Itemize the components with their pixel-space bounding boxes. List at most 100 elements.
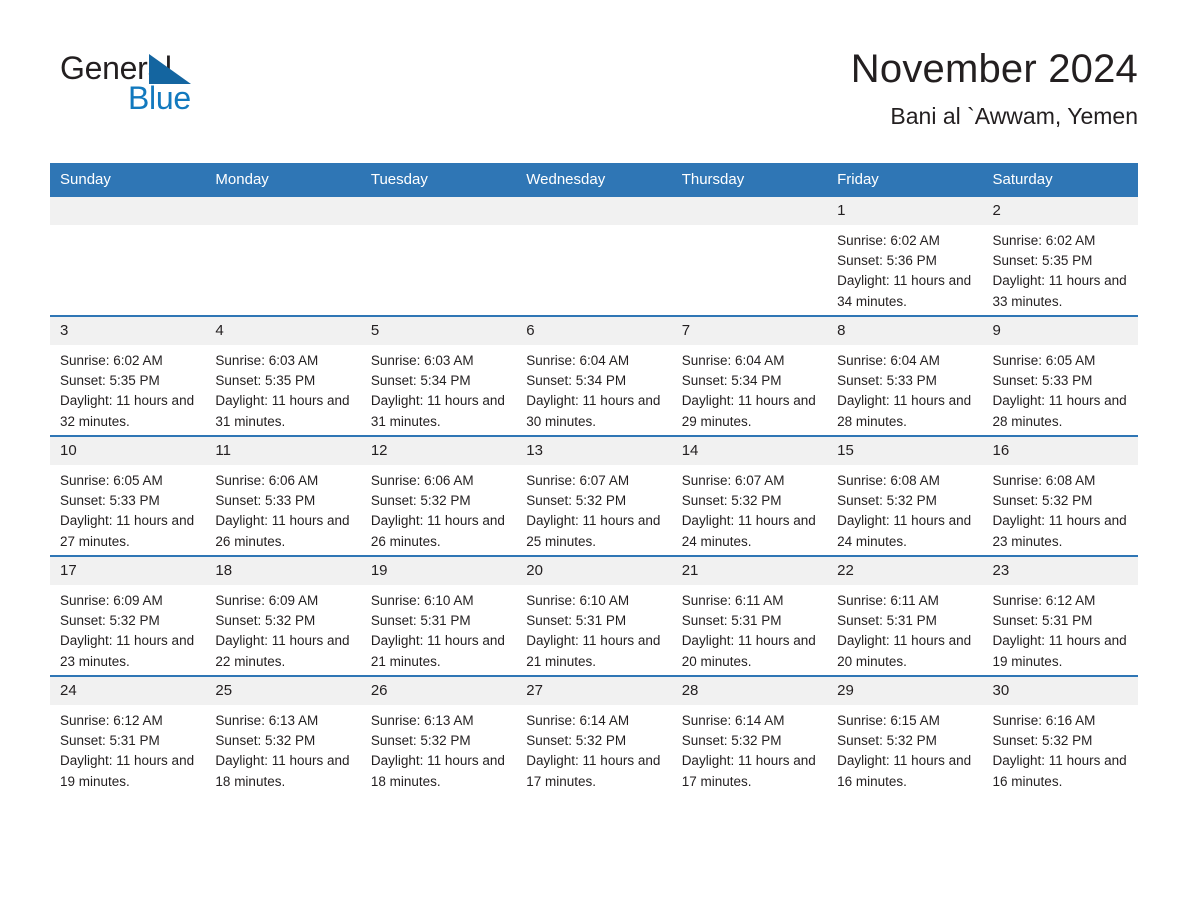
day-number: 5 xyxy=(360,317,517,345)
calendar-day-cell[interactable]: 25 Sunrise: 6:13 AM Sunset: 5:32 PM Dayligh… xyxy=(205,675,361,795)
calendar-day-cell[interactable]: 27 Sunrise: 6:14 AM Sunset: 5:32 PM Dayligh… xyxy=(516,675,672,795)
sunset-text: Sunset: 5:31 PM xyxy=(992,613,1093,629)
day-details: Sunrise: 6:03 AM Sunset: 5:35 PM Daylight:… xyxy=(205,345,360,432)
day-details: Sunrise: 6:12 AM Sunset: 5:31 PM Daylight:… xyxy=(983,585,1138,672)
generalblue-logo: General Blue xyxy=(50,46,210,122)
sunset-text: Sunset: 5:33 PM xyxy=(60,493,160,509)
sunset-text: Sunset: 5:33 PM xyxy=(215,493,316,509)
sunset-text: Sunset: 5:33 PM xyxy=(992,373,1093,389)
sunset-text: Sunset: 5:33 PM xyxy=(837,373,937,389)
calendar-day-cell[interactable]: 4 Sunrise: 6:03 AM Sunset: 5:35 PM Daylight… xyxy=(205,315,361,436)
calendar-day-cell[interactable]: 12 Sunrise: 6:06 AM Sunset: 5:32 PM Dayligh… xyxy=(360,435,517,556)
calendar-day-cell[interactable]: 16 Sunrise: 6:08 AM Sunset: 5:32 PM Dayligh… xyxy=(982,435,1138,556)
weekday-header-wednesday: Wednesday xyxy=(516,163,672,197)
day-details: Sunrise: 6:13 AM Sunset: 5:32 PM Daylight:… xyxy=(361,705,516,792)
calendar-day-cell[interactable]: 13 Sunrise: 6:07 AM Sunset: 5:32 PM Dayligh… xyxy=(516,435,672,556)
calendar-day-cell[interactable]: 22 Sunrise: 6:11 AM Sunset: 5:31 PM Dayligh… xyxy=(827,555,983,676)
calendar-day-cell[interactable]: 9 Sunrise: 6:05 AM Sunset: 5:33 PM Daylight… xyxy=(982,315,1138,436)
calendar-day-cell[interactable]: 11 Sunrise: 6:06 AM Sunset: 5:33 PM Dayligh… xyxy=(205,435,361,556)
sunset-text: Sunset: 5:31 PM xyxy=(526,613,627,629)
daylight-text: Daylight: 11 hours and 16 minutes. xyxy=(992,753,1127,789)
day-details: Sunrise: 6:07 AM Sunset: 5:32 PM Daylight:… xyxy=(672,465,827,552)
calendar-body: 1 Sunrise: 6:02 AM Sunset: 5:36 PM Daylight… xyxy=(50,197,1138,795)
sunrise-text: Sunrise: 6:02 AM xyxy=(60,353,163,368)
calendar-day-cell[interactable]: 5 Sunrise: 6:03 AM Sunset: 5:34 PM Daylight… xyxy=(360,315,517,436)
calendar-day-cell[interactable]: 19 Sunrise: 6:10 AM Sunset: 5:31 PM Dayligh… xyxy=(360,555,517,676)
daylight-text: Daylight: 11 hours and 19 minutes. xyxy=(60,753,195,789)
day-details: Sunrise: 6:11 AM Sunset: 5:31 PM Daylight:… xyxy=(827,585,982,672)
calendar-day-cell[interactable]: 18 Sunrise: 6:09 AM Sunset: 5:32 PM Dayligh… xyxy=(205,555,361,676)
day-details: Sunrise: 6:02 AM Sunset: 5:35 PM Daylight:… xyxy=(50,345,205,432)
daylight-text: Daylight: 11 hours and 27 minutes. xyxy=(60,513,195,549)
day-number: 7 xyxy=(671,317,828,345)
daylight-text: Daylight: 11 hours and 31 minutes. xyxy=(370,393,505,429)
weekday-header-saturday: Saturday xyxy=(982,163,1138,197)
day-number: 20 xyxy=(516,557,672,585)
day-details: Sunrise: 6:04 AM Sunset: 5:34 PM Daylight:… xyxy=(672,345,827,432)
sunrise-text: Sunrise: 6:07 AM xyxy=(526,473,630,488)
calendar-table: Sunday Monday Tuesday Wednesday Thursday Frid… xyxy=(50,163,1138,795)
day-details: Sunrise: 6:06 AM Sunset: 5:33 PM Daylight:… xyxy=(205,465,360,552)
sunset-text: Sunset: 5:32 PM xyxy=(215,613,316,629)
sunset-text: Sunset: 5:32 PM xyxy=(837,733,937,749)
day-number: 30 xyxy=(982,677,1138,705)
day-details: Sunrise: 6:08 AM Sunset: 5:32 PM Daylight:… xyxy=(827,465,982,552)
calendar-day-cell[interactable]: 2 Sunrise: 6:02 AM Sunset: 5:35 PM Daylight… xyxy=(982,197,1138,316)
day-number: 17 xyxy=(50,557,206,585)
sunrise-text: Sunrise: 6:07 AM xyxy=(681,473,785,488)
calendar-day-cell[interactable]: 14 Sunrise: 6:07 AM Sunset: 5:32 PM Dayligh… xyxy=(671,435,828,556)
calendar-day-cell[interactable]: 30 Sunrise: 6:16 AM Sunset: 5:32 PM Dayligh… xyxy=(982,675,1138,795)
day-number: 8 xyxy=(827,317,983,345)
sunrise-text: Sunrise: 6:13 AM xyxy=(370,713,474,728)
calendar-week-row: 1 Sunrise: 6:02 AM Sunset: 5:36 PM Daylight… xyxy=(50,197,1138,316)
sunrise-text: Sunrise: 6:04 AM xyxy=(837,353,940,368)
calendar-day-cell[interactable]: 6 Sunrise: 6:04 AM Sunset: 5:34 PM Daylight… xyxy=(516,315,672,436)
day-number: 1 xyxy=(827,197,983,225)
calendar-day-cell[interactable]: 20 Sunrise: 6:10 AM Sunset: 5:31 PM Dayligh… xyxy=(516,555,672,676)
daylight-text: Daylight: 11 hours and 19 minutes. xyxy=(992,633,1127,669)
calendar-week-row: 24 Sunrise: 6:12 AM Sunset: 5:31 PM Dayligh… xyxy=(50,675,1138,795)
day-details: Sunrise: 6:11 AM Sunset: 5:31 PM Daylight:… xyxy=(672,585,827,672)
day-number: 26 xyxy=(360,677,517,705)
calendar-day-cell[interactable]: 10 Sunrise: 6:05 AM Sunset: 5:33 PM Dayligh… xyxy=(50,435,206,556)
sunrise-text: Sunrise: 6:12 AM xyxy=(60,713,163,728)
calendar-day-cell[interactable]: 17 Sunrise: 6:09 AM Sunset: 5:32 PM Dayligh… xyxy=(50,555,206,676)
daylight-text: Daylight: 11 hours and 23 minutes. xyxy=(992,513,1127,549)
day-number: 19 xyxy=(360,557,517,585)
day-number: 10 xyxy=(50,437,206,465)
calendar-day-cell[interactable]: 28 Sunrise: 6:14 AM Sunset: 5:32 PM Dayligh… xyxy=(671,675,828,795)
calendar-day-cell[interactable]: 24 Sunrise: 6:12 AM Sunset: 5:31 PM Dayligh… xyxy=(50,675,206,795)
day-number: 27 xyxy=(516,677,672,705)
daylight-text: Daylight: 11 hours and 21 minutes. xyxy=(370,633,505,669)
daylight-text: Daylight: 11 hours and 26 minutes. xyxy=(215,513,350,549)
daylight-text: Daylight: 11 hours and 21 minutes. xyxy=(526,633,661,669)
day-number: 29 xyxy=(827,677,983,705)
calendar-day-cell[interactable]: 7 Sunrise: 6:04 AM Sunset: 5:34 PM Daylight… xyxy=(671,315,828,436)
calendar-day-cell[interactable]: 1 Sunrise: 6:02 AM Sunset: 5:36 PM Daylight… xyxy=(827,197,983,316)
calendar-day-cell[interactable]: 15 Sunrise: 6:08 AM Sunset: 5:32 PM Dayligh… xyxy=(827,435,983,556)
day-details: Sunrise: 6:09 AM Sunset: 5:32 PM Daylight:… xyxy=(50,585,205,672)
day-details: Sunrise: 6:14 AM Sunset: 5:32 PM Daylight:… xyxy=(672,705,827,792)
day-details: Sunrise: 6:06 AM Sunset: 5:32 PM Daylight:… xyxy=(361,465,516,552)
sunset-text: Sunset: 5:36 PM xyxy=(837,253,937,269)
daylight-text: Daylight: 11 hours and 23 minutes. xyxy=(60,633,195,669)
calendar-day-cell[interactable]: 23 Sunrise: 6:12 AM Sunset: 5:31 PM Dayligh… xyxy=(982,555,1138,676)
sunset-text: Sunset: 5:32 PM xyxy=(60,613,160,629)
day-details: Sunrise: 6:14 AM Sunset: 5:32 PM Daylight:… xyxy=(516,705,671,792)
sunrise-text: Sunrise: 6:08 AM xyxy=(837,473,940,488)
sunset-text: Sunset: 5:32 PM xyxy=(370,733,471,749)
daylight-text: Daylight: 11 hours and 18 minutes. xyxy=(215,753,350,789)
calendar-day-cell[interactable]: 26 Sunrise: 6:13 AM Sunset: 5:32 PM Dayligh… xyxy=(360,675,517,795)
sunrise-text: Sunrise: 6:10 AM xyxy=(370,593,474,608)
calendar-day-cell[interactable]: 29 Sunrise: 6:15 AM Sunset: 5:32 PM Dayligh… xyxy=(827,675,983,795)
daylight-text: Daylight: 11 hours and 20 minutes. xyxy=(837,633,972,669)
calendar-header-row: Sunday Monday Tuesday Wednesday Thursday Frid… xyxy=(50,163,1138,197)
calendar-day-cell[interactable]: 21 Sunrise: 6:11 AM Sunset: 5:31 PM Dayligh… xyxy=(671,555,828,676)
calendar-day-cell[interactable]: 8 Sunrise: 6:04 AM Sunset: 5:33 PM Daylight… xyxy=(827,315,983,436)
sunset-text: Sunset: 5:31 PM xyxy=(681,613,782,629)
day-number: 21 xyxy=(671,557,828,585)
day-details: Sunrise: 6:04 AM Sunset: 5:34 PM Daylight:… xyxy=(516,345,671,432)
day-number: 6 xyxy=(516,317,672,345)
daylight-text: Daylight: 11 hours and 22 minutes. xyxy=(215,633,350,669)
calendar-day-cell[interactable]: 3 Sunrise: 6:02 AM Sunset: 5:35 PM Daylight… xyxy=(50,315,206,436)
